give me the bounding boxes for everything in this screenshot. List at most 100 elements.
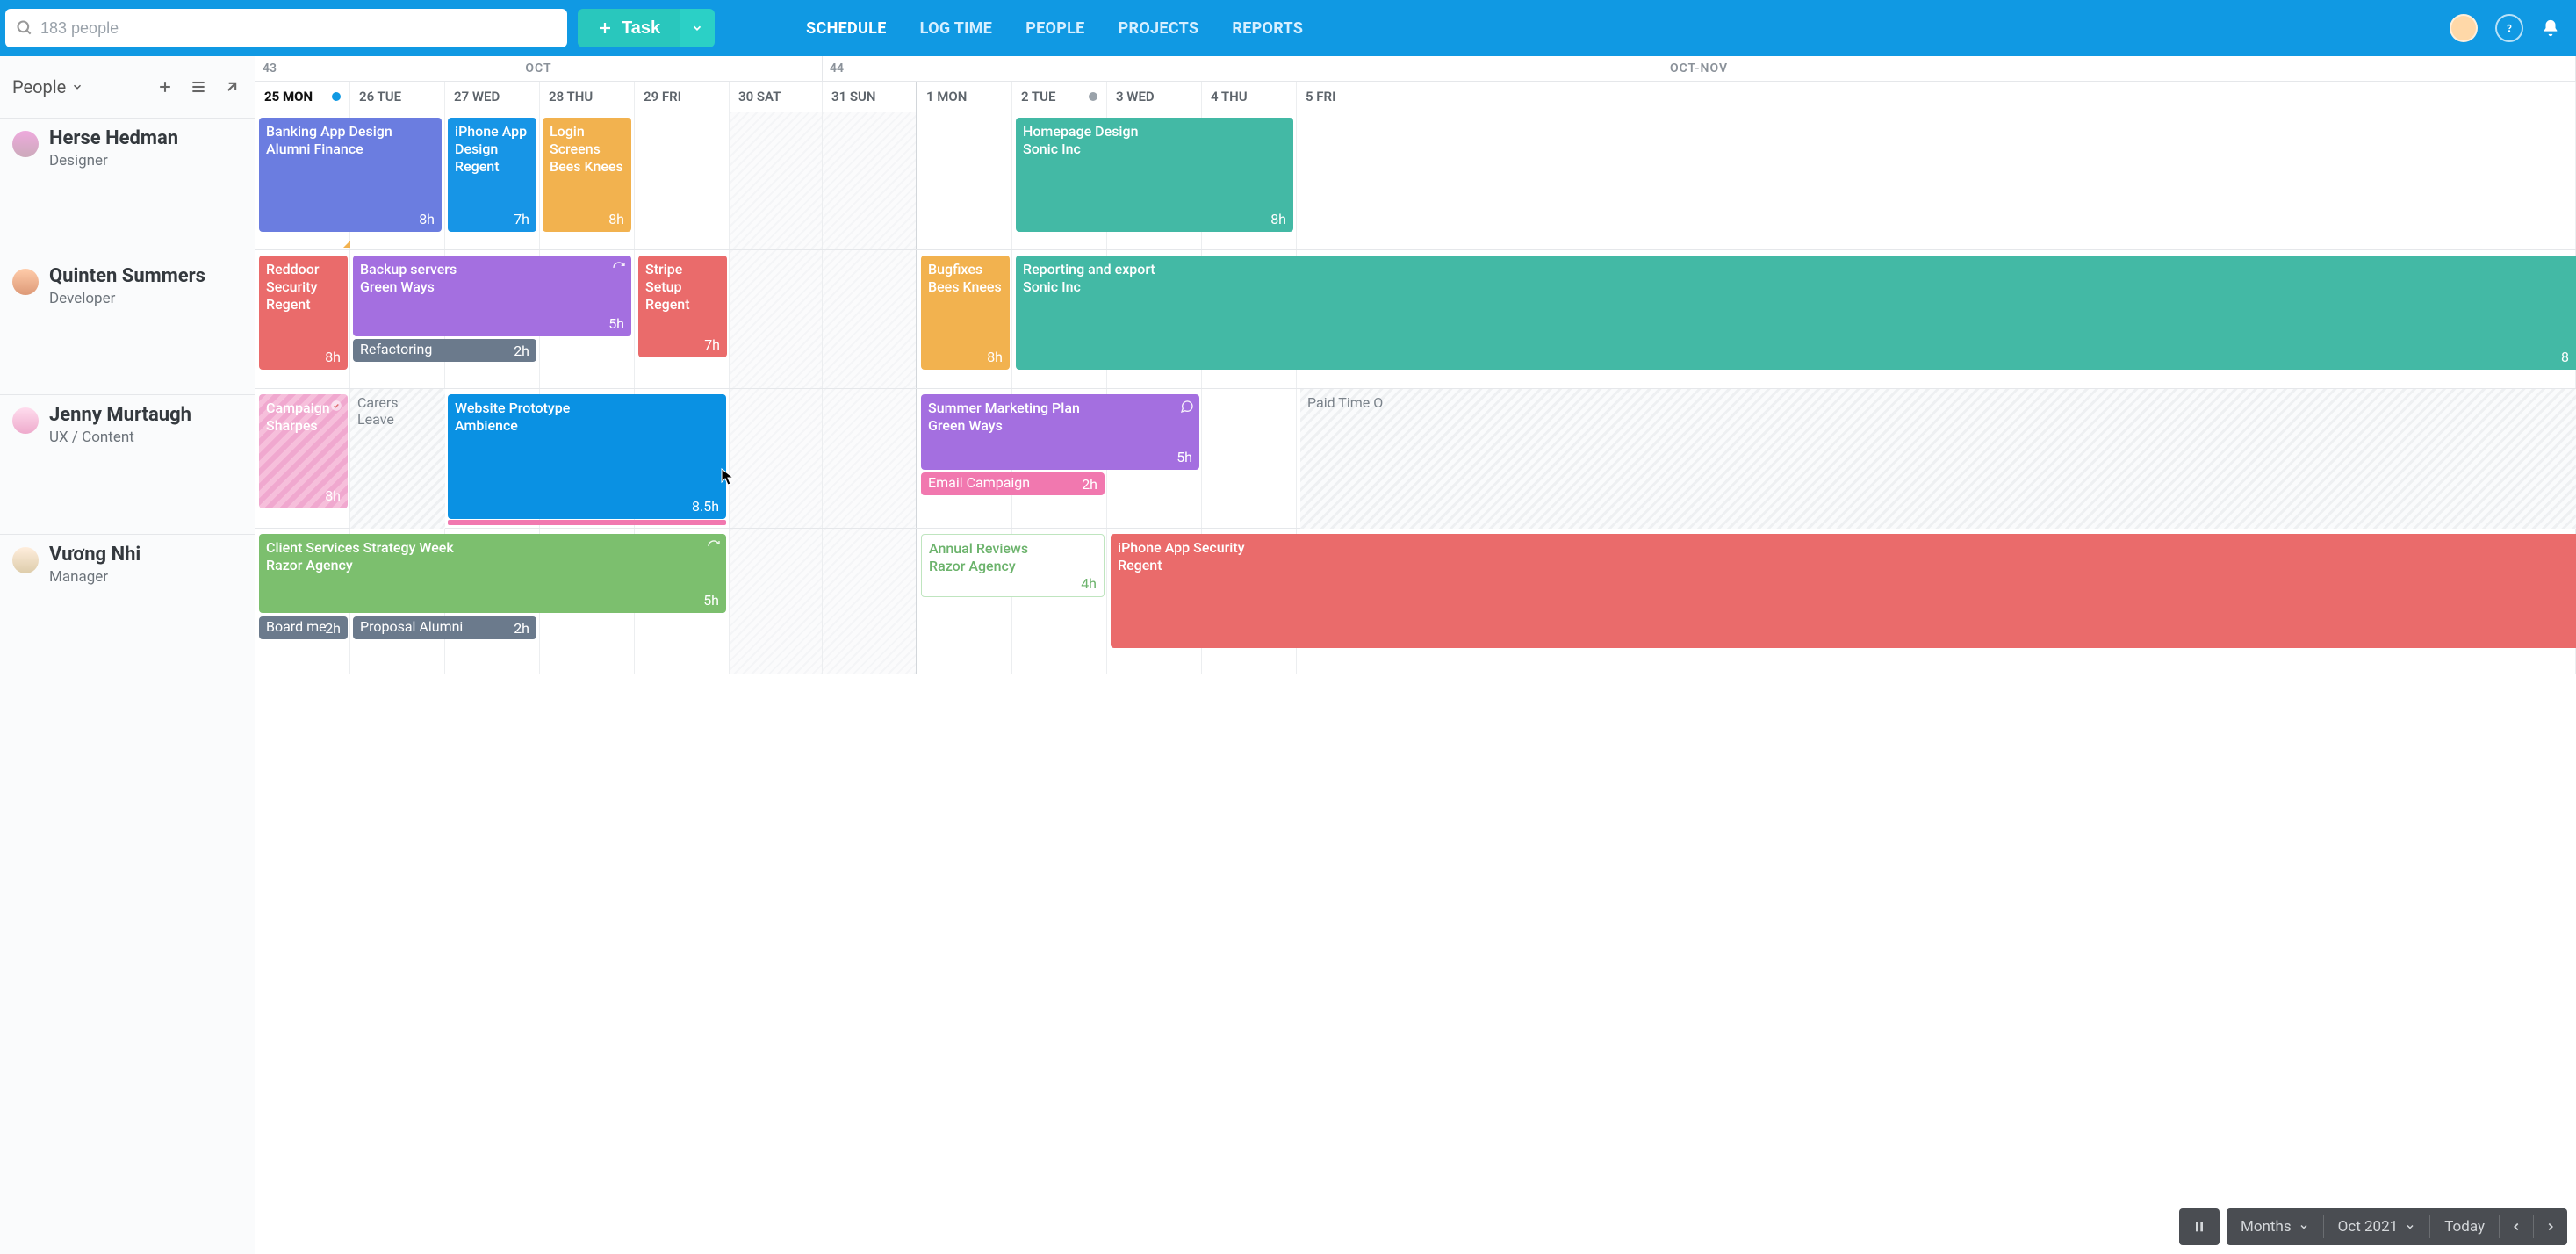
repeat-icon <box>707 539 721 553</box>
person-name: Quinten Summers <box>49 265 205 288</box>
month-label: OCT <box>525 61 551 76</box>
day-header-cell[interactable]: 27 WED <box>445 82 540 112</box>
avatar <box>12 547 39 573</box>
person-row[interactable]: Quinten Summers Developer <box>0 256 255 394</box>
help-icon[interactable] <box>2495 14 2523 42</box>
week-header: 43 OCT 44 OCT-NOV <box>255 56 2576 81</box>
leave-block[interactable]: Paid Time O <box>1300 389 2576 529</box>
chevron-down-icon <box>2299 1222 2309 1232</box>
chevron-left-icon <box>2510 1221 2522 1233</box>
topbar-right <box>2450 14 2571 42</box>
today-dot-icon <box>332 92 341 101</box>
nav-projects[interactable]: PROJECTS <box>1117 2 1201 55</box>
topbar: Task SCHEDULE LOG TIME PEOPLE PROJECTS R… <box>0 0 2576 56</box>
leave-block[interactable]: Carers Leave <box>350 389 445 529</box>
task-card[interactable]: CampaignSharpes 8h <box>259 394 348 508</box>
day-header-cell[interactable]: 4 THU <box>1202 82 1297 112</box>
person-row[interactable]: Vương Nhi Manager <box>0 534 255 674</box>
task-button-label: Task <box>622 18 660 39</box>
nav-schedule[interactable]: SCHEDULE <box>804 2 889 55</box>
people-sidebar: People Herse Hedman Designer <box>0 56 255 1254</box>
repeat-icon <box>612 261 626 275</box>
task-card[interactable]: Website PrototypeAmbience 8.5h <box>448 394 726 519</box>
day-header-cell[interactable]: 3 WED <box>1107 82 1202 112</box>
avatar <box>12 407 39 434</box>
prev-button[interactable] <box>2500 1208 2533 1245</box>
task-card[interactable]: Client Services Strategy WeekRazor Agenc… <box>259 534 726 613</box>
task-card[interactable]: Reporting and exportSonic Inc 8 <box>1016 256 2576 370</box>
timeline-controls: Months Oct 2021 Today <box>2179 1208 2567 1245</box>
task-card[interactable]: Backup serversGreen Ways 5h <box>353 256 631 336</box>
note-icon <box>1180 400 1194 414</box>
week-number: 43 <box>263 61 277 76</box>
add-person-button[interactable] <box>155 76 176 97</box>
list-view-button[interactable] <box>188 76 209 97</box>
search-wrap <box>5 9 567 47</box>
task-card[interactable]: iPhone App SecurityRegent <box>1111 534 2576 648</box>
popout-button[interactable] <box>221 76 242 97</box>
new-task-dropdown[interactable] <box>680 9 715 47</box>
chevron-right-icon <box>2544 1221 2557 1233</box>
person-row[interactable]: Herse Hedman Designer <box>0 118 255 256</box>
nav-logtime[interactable]: LOG TIME <box>918 2 995 55</box>
sidebar-header: People <box>0 56 255 118</box>
nav-reports[interactable]: REPORTS <box>1230 2 1305 55</box>
month-label: OCT-NOV <box>1670 61 1728 76</box>
check-icon <box>330 400 342 412</box>
day-header-cell[interactable]: 1 MON <box>917 82 1012 112</box>
people-dropdown-label: People <box>12 76 66 97</box>
day-header-cell[interactable]: 26 TUE <box>350 82 445 112</box>
overflow-indicator-icon <box>343 241 350 248</box>
user-avatar[interactable] <box>2450 14 2478 42</box>
task-card[interactable]: Banking App DesignAlumni Finance 8h <box>259 118 442 232</box>
chevron-down-icon <box>71 81 83 93</box>
task-card[interactable]: Stripe SetupRegent 7h <box>638 256 727 357</box>
task-card[interactable]: Proposal Alumni 2h <box>353 616 536 639</box>
task-card[interactable]: Email Campaign 2h <box>921 472 1105 495</box>
today-button[interactable]: Today <box>2430 1208 2499 1245</box>
task-card[interactable]: Board me 2h <box>259 616 348 639</box>
person-role: Manager <box>49 568 140 586</box>
pause-button[interactable] <box>2179 1208 2220 1245</box>
avatar <box>12 131 39 157</box>
task-card[interactable]: Summer Marketing PlanGreen Ways 5h <box>921 394 1199 470</box>
task-card[interactable]: Annual ReviewsRazor Agency 4h <box>921 534 1105 597</box>
person-role: UX / Content <box>49 429 191 446</box>
zoom-level-dropdown[interactable]: Months <box>2227 1208 2323 1245</box>
nav-people[interactable]: PEOPLE <box>1024 2 1086 55</box>
people-dropdown[interactable]: People <box>12 76 83 97</box>
search-input[interactable] <box>5 9 567 47</box>
avatar <box>12 269 39 295</box>
task-card[interactable]: iPhone App DesignRegent 7h <box>448 118 536 232</box>
new-task-button[interactable]: Task <box>578 9 680 47</box>
next-button[interactable] <box>2534 1208 2567 1245</box>
day-header-cell[interactable]: 28 THU <box>540 82 635 112</box>
task-card[interactable]: Refactoring 2h <box>353 339 536 362</box>
person-role: Designer <box>49 152 178 169</box>
bell-icon[interactable] <box>2541 18 2560 38</box>
day-dot-icon <box>1089 92 1097 101</box>
task-card[interactable]: BugfixesBees Knees 8h <box>921 256 1010 370</box>
day-header-cell[interactable]: 5 FRI <box>1297 82 2576 112</box>
person-name: Herse Hedman <box>49 127 178 150</box>
search-icon <box>16 19 33 37</box>
person-name: Jenny Murtaugh <box>49 404 191 427</box>
person-row[interactable]: Jenny Murtaugh UX / Content <box>0 394 255 534</box>
person-name: Vương Nhi <box>49 544 140 566</box>
chevron-down-icon <box>2405 1222 2415 1232</box>
day-header-cell[interactable]: 30 SAT <box>730 82 823 112</box>
task-card[interactable]: Homepage DesignSonic Inc 8h <box>1016 118 1293 232</box>
day-header: 25 MON 26 TUE 27 WED 28 THU 29 FRI 30 SA… <box>255 81 2576 112</box>
task-card[interactable]: Login ScreensBees Knees 8h <box>543 118 631 232</box>
task-button-group: Task <box>578 9 715 47</box>
person-role: Developer <box>49 290 205 307</box>
main-nav: SCHEDULE LOG TIME PEOPLE PROJECTS REPORT… <box>804 2 1305 55</box>
task-card[interactable]: Reddoor SecurityRegent 8h <box>259 256 348 370</box>
day-header-cell[interactable]: 31 SUN <box>823 82 917 112</box>
day-header-cell[interactable]: 25 MON <box>255 82 350 112</box>
day-header-cell[interactable]: 2 TUE <box>1012 82 1107 112</box>
schedule-timeline[interactable]: 43 OCT 44 OCT-NOV 25 MON 26 TUE 27 WED 2… <box>255 56 2576 1254</box>
week-number: 44 <box>830 61 844 76</box>
day-header-cell[interactable]: 29 FRI <box>635 82 730 112</box>
date-range-dropdown[interactable]: Oct 2021 <box>2324 1208 2430 1245</box>
